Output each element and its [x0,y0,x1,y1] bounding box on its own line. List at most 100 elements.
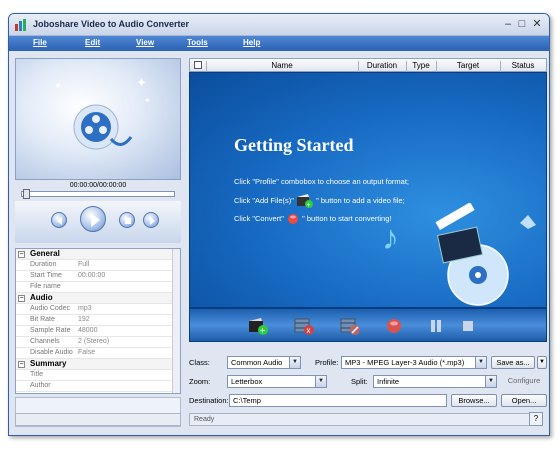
open-button[interactable]: Open... [501,394,547,407]
menu-bar: File Edit View Tools Help [9,36,549,51]
property-key: File name [30,283,61,290]
title-bar: Joboshare Video to Audio Converter – □ ✕ [9,14,549,36]
split-value: Infinite [377,377,400,386]
play-button[interactable] [80,206,106,232]
profile-label: Profile: [315,358,339,367]
zoom-label: Zoom: [189,377,211,386]
instruction-profile: Click "Profile" combobox to choose an ou… [234,177,409,186]
property-key: Disable Audio [30,349,73,356]
property-value: Full [78,261,90,268]
properties-scrollbar[interactable] [172,249,180,393]
convert-button[interactable] [384,317,404,335]
previous-icon [57,217,62,225]
property-row[interactable]: Title [16,370,172,381]
profile-select[interactable]: MP3 - MPEG Layer-3 Audio (*.mp3) ▼ [341,356,487,369]
property-group-label: Summary [30,359,67,368]
left-panel: ✦ ✦ ✦ 00:00:00/00:00:00 − General Duration… [15,58,183,427]
property-row[interactable]: File name [16,282,172,293]
svg-text:+: + [260,326,265,336]
property-row[interactable]: Sample Rate 48000 [16,326,172,337]
property-row[interactable]: Disable Audio False [16,348,172,359]
property-row[interactable]: Author [16,381,172,392]
window-title: Joboshare Video to Audio Converter [33,19,190,29]
instruction-add-file-start: Click "Add File(s)" [234,195,294,205]
browse-button[interactable]: Browse... [451,394,497,407]
menu-help[interactable]: Help [243,38,260,47]
maximize-button[interactable]: □ [515,18,529,31]
zoom-select[interactable]: Letterbox ▼ [227,375,327,388]
getting-started-panel: Getting Started Click "Profile" combobox… [189,72,547,308]
close-button[interactable]: ✕ [530,18,544,31]
property-value: mp3 [78,305,92,312]
property-row[interactable]: Duration Full [16,260,172,271]
property-row[interactable]: Channels 2 (Stereo) [16,337,172,348]
destination-row: Destination: C:\Temp Browse... Open... [189,394,549,408]
property-value: 192 [78,316,90,323]
music-clapper-disc-illustration: ♪ [382,203,536,306]
select-all-checkbox[interactable] [194,61,202,69]
column-type[interactable]: Type [406,61,436,70]
file-list-header: Name Duration Type Target Status [189,58,547,72]
property-value: 00:00:00 [78,272,106,279]
column-status[interactable]: Status [500,61,546,70]
property-group-label: Audio [30,293,53,302]
class-select[interactable]: Common Audio ▼ [227,356,301,369]
class-profile-row: Class: Common Audio ▼ Profile: MP3 - MPEG… [189,356,549,370]
next-button[interactable] [143,212,159,228]
playback-controls [15,201,181,243]
property-key: Start Time [30,272,62,279]
svg-text:+: + [307,202,311,208]
property-key: Author [30,382,51,389]
configure-button[interactable]: Configure [501,375,547,388]
stop-convert-button[interactable] [458,317,478,335]
collapse-icon[interactable]: − [18,295,25,302]
chevron-down-icon: ▼ [485,376,496,387]
property-key: Bit Rate [30,316,55,323]
svg-text:x: x [307,326,311,335]
menu-edit[interactable]: Edit [85,38,100,47]
menu-file[interactable]: File [33,38,47,47]
property-group[interactable]: − Audio [16,293,172,304]
property-group-label: General [30,249,60,258]
stop-button[interactable] [119,212,135,228]
app-icon [15,19,26,31]
column-name[interactable]: Name [206,61,358,70]
save-as-dropdown-button[interactable]: ▼ [537,356,547,369]
add-file-inline-icon: + [297,194,314,209]
split-label: Split: [351,377,368,386]
menu-view[interactable]: View [136,38,154,47]
collapse-icon[interactable]: − [18,361,25,368]
property-row[interactable]: Bit Rate 192 [16,315,172,326]
save-as-button[interactable]: Save as... [491,356,535,369]
class-label: Class: [189,358,210,367]
chevron-down-icon: ▼ [289,357,300,368]
svg-text:✦: ✦ [54,81,62,92]
status-bar: Ready [189,413,541,426]
seek-bar[interactable] [21,191,175,197]
split-select[interactable]: Infinite ▼ [373,375,497,388]
property-row[interactable]: Audio Codec mp3 [16,304,172,315]
property-row[interactable]: Start Time 00:00:00 [16,271,172,282]
previous-button[interactable] [51,212,67,228]
collapse-icon[interactable]: − [18,251,25,258]
add-file-button[interactable]: + [248,317,268,335]
properties-grid: − General Duration Full Start Time 00:00:00 Fi… [15,248,181,394]
seek-handle[interactable] [23,189,30,199]
clear-list-button[interactable] [340,317,360,335]
main-toolbar: + x [189,308,547,342]
property-key: Duration [30,261,57,268]
help-button[interactable]: ? [529,412,543,426]
menu-tools[interactable]: Tools [187,38,208,47]
property-value: False [78,349,96,356]
video-preview: ✦ ✦ ✦ [15,58,181,180]
column-duration[interactable]: Duration [358,61,406,70]
next-icon [150,217,155,225]
minimize-button[interactable]: – [501,18,515,31]
remove-file-button[interactable]: x [294,317,314,335]
destination-input[interactable]: C:\Temp [229,394,447,407]
property-group[interactable]: − Summary [16,359,172,370]
pause-button[interactable] [426,317,446,335]
column-target[interactable]: Target [436,61,500,70]
property-group[interactable]: − General [16,249,172,260]
playback-time: 00:00:00/00:00:00 [69,182,127,189]
